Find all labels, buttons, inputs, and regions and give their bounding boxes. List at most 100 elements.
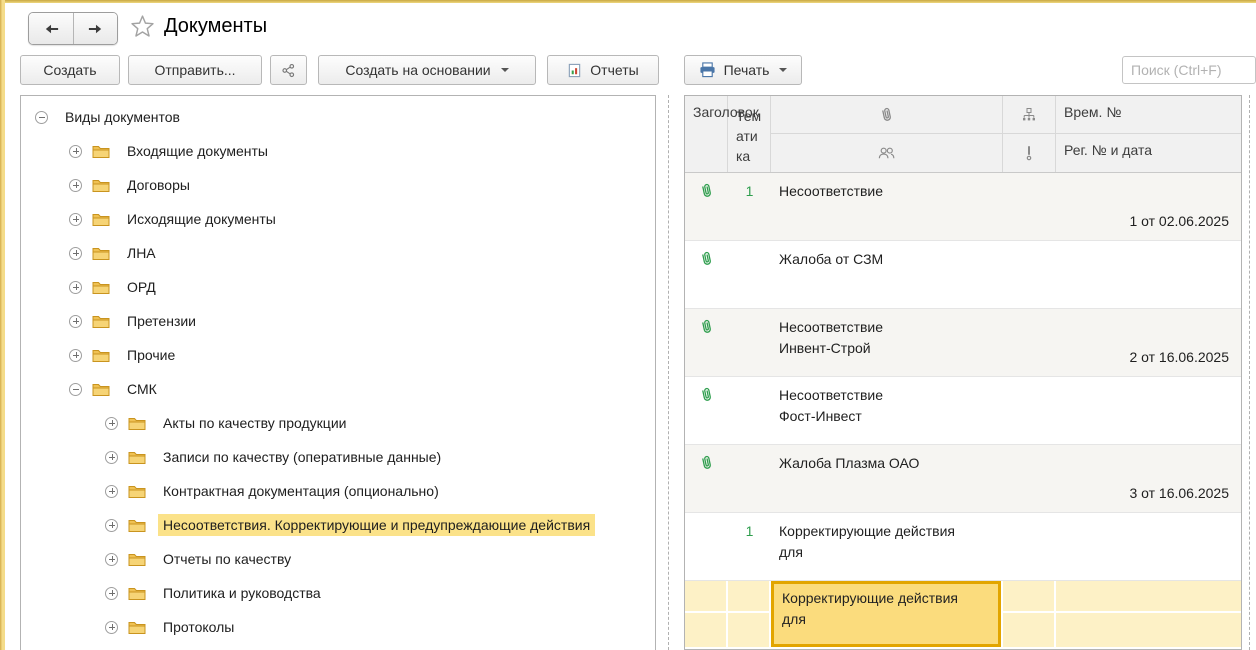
window-top-edge bbox=[0, 0, 1256, 3]
create-button[interactable]: Создать bbox=[20, 55, 120, 85]
reg-cell bbox=[1056, 581, 1241, 647]
expand-icon[interactable] bbox=[69, 281, 82, 294]
topic-cell bbox=[1003, 241, 1056, 308]
folder-icon bbox=[92, 314, 110, 328]
tree-item-label: Акты по качеству продукции bbox=[158, 412, 351, 434]
title-column-header[interactable]: Заголовок bbox=[685, 96, 728, 172]
tree-item[interactable]: ЛНА bbox=[21, 236, 655, 270]
app-window: Документы Создать Отправить... Создать н… bbox=[0, 0, 1256, 650]
print-button[interactable]: Печать bbox=[684, 55, 802, 85]
tree-item[interactable]: Претензии bbox=[21, 304, 655, 338]
expand-icon[interactable] bbox=[69, 179, 82, 192]
expand-icon[interactable] bbox=[105, 519, 118, 532]
expand-icon[interactable] bbox=[105, 621, 118, 634]
tree-item[interactable]: Отчеты по качеству bbox=[21, 542, 655, 576]
tree-item[interactable]: Контрактная документация (опционально) bbox=[21, 474, 655, 508]
hierarchy-cell: 1 bbox=[728, 173, 771, 240]
tree-item-label: Политика и руководства bbox=[158, 582, 326, 604]
tree-item[interactable]: Протоколы bbox=[21, 610, 655, 644]
folder-icon bbox=[92, 246, 110, 260]
expand-icon[interactable] bbox=[105, 485, 118, 498]
search-input[interactable] bbox=[1122, 56, 1256, 84]
hierarchy-cell: 1 bbox=[728, 513, 771, 580]
reports-button[interactable]: Отчеты bbox=[547, 55, 659, 85]
create-button-label: Создать bbox=[43, 62, 96, 78]
topic-column-header[interactable]: Тематика bbox=[728, 96, 771, 172]
expand-icon[interactable] bbox=[69, 145, 82, 158]
expand-icon[interactable] bbox=[69, 247, 82, 260]
tree-item[interactable]: Записи по качеству (оперативные данные) bbox=[21, 440, 655, 474]
table-row[interactable]: НесоответствиеИнвент-Строй 2 от 16.06.20… bbox=[685, 309, 1241, 377]
topic-cell bbox=[1003, 513, 1056, 580]
tree-item-label: Записи по качеству (оперативные данные) bbox=[158, 446, 446, 468]
tree-item-label: Несоответствия. Корректирующие и предупр… bbox=[158, 514, 595, 536]
document-title: Корректирующие действия bbox=[782, 590, 958, 606]
active-edit-cell[interactable]: Корректирующие действия для bbox=[771, 581, 1001, 647]
reg-cell bbox=[1056, 377, 1241, 444]
title-cell-active[interactable]: Корректирующие действия для bbox=[771, 581, 1003, 647]
topic-cell bbox=[1003, 309, 1056, 376]
tree-item[interactable]: Входящие документы bbox=[21, 134, 655, 168]
title-cell: Несоответствие bbox=[771, 173, 1003, 240]
hierarchy-cell bbox=[728, 241, 771, 308]
folder-icon bbox=[128, 518, 146, 532]
favorite-star-icon[interactable] bbox=[129, 13, 156, 45]
expand-icon[interactable] bbox=[105, 417, 118, 430]
attachment-cell bbox=[685, 377, 728, 444]
hierarchy-column-header[interactable] bbox=[1003, 96, 1056, 134]
table-row[interactable]: НесоответствиеФост-Инвест bbox=[685, 377, 1241, 445]
topic-cell bbox=[1003, 377, 1056, 444]
expand-icon[interactable] bbox=[105, 587, 118, 600]
hierarchy-cell bbox=[728, 581, 771, 647]
expand-icon[interactable] bbox=[105, 451, 118, 464]
hierarchy-cell bbox=[728, 309, 771, 376]
create-based-on-button[interactable]: Создать на основании bbox=[318, 55, 536, 85]
panel-splitter[interactable] bbox=[668, 95, 669, 650]
table-header: Заголовок Тематика Врем. № bbox=[685, 96, 1241, 173]
tree-item[interactable]: ОРД bbox=[21, 270, 655, 304]
forward-button[interactable] bbox=[73, 13, 117, 44]
tree-item-label: Виды документов bbox=[60, 106, 185, 128]
expand-icon[interactable] bbox=[105, 553, 118, 566]
collapse-icon[interactable] bbox=[35, 111, 48, 124]
attachment-column-header[interactable] bbox=[771, 96, 1003, 134]
hierarchy-count: 1 bbox=[728, 513, 771, 539]
collapse-icon[interactable] bbox=[69, 383, 82, 396]
tree-item-label: Контрактная документация (опционально) bbox=[158, 480, 444, 502]
tree-item[interactable]: Прочие bbox=[21, 338, 655, 372]
members-column-header[interactable] bbox=[771, 134, 1003, 172]
reg-number-column-header[interactable]: Рег. № и дата bbox=[1056, 134, 1241, 172]
tree-item-label: ЛНА bbox=[122, 242, 161, 264]
tree-item-selected[interactable]: Несоответствия. Корректирующие и предупр… bbox=[21, 508, 655, 542]
hierarchy-icon bbox=[1021, 107, 1037, 123]
send-button[interactable]: Отправить... bbox=[128, 55, 262, 85]
table-row[interactable]: 1 Несоответствие 1 от 02.06.2025 bbox=[685, 173, 1241, 241]
right-splitter[interactable] bbox=[1249, 95, 1250, 650]
back-button[interactable] bbox=[29, 13, 73, 44]
table-row[interactable]: 1 Корректирующие действиядля bbox=[685, 513, 1241, 581]
reg-cell bbox=[1056, 241, 1241, 308]
tree-item-smk[interactable]: СМК bbox=[21, 372, 655, 406]
tree-item[interactable]: Исходящие документы bbox=[21, 202, 655, 236]
tree-item[interactable]: Акты по качеству продукции bbox=[21, 406, 655, 440]
tree-item[interactable]: Политика и руководства bbox=[21, 576, 655, 610]
table-row[interactable]: Жалоба от СЗМ bbox=[685, 241, 1241, 309]
importance-column-header[interactable] bbox=[1003, 134, 1056, 172]
folder-icon bbox=[92, 280, 110, 294]
temp-number-column-header[interactable]: Врем. № bbox=[1056, 96, 1241, 134]
document-types-tree: Виды документов Входящие документы Догов… bbox=[20, 95, 656, 650]
expand-icon[interactable] bbox=[69, 349, 82, 362]
attachment-cell bbox=[685, 581, 728, 647]
tree-item-label: Прочие bbox=[122, 344, 180, 366]
table-row[interactable]: Жалоба Плазма ОАО 3 от 16.06.2025 bbox=[685, 445, 1241, 513]
table-row-editing[interactable]: Корректирующие действия для bbox=[685, 581, 1241, 647]
tree-item-root[interactable]: Виды документов bbox=[21, 100, 655, 134]
tree-item-label: Исходящие документы bbox=[122, 208, 281, 230]
expand-icon[interactable] bbox=[69, 213, 82, 226]
title-cell: Корректирующие действиядля bbox=[771, 513, 1003, 580]
share-button[interactable] bbox=[270, 55, 307, 85]
expand-icon[interactable] bbox=[69, 315, 82, 328]
tree-item[interactable]: Договоры bbox=[21, 168, 655, 202]
paperclip-icon bbox=[699, 182, 714, 240]
reg-number-value: 1 от 02.06.2025 bbox=[1129, 213, 1229, 229]
